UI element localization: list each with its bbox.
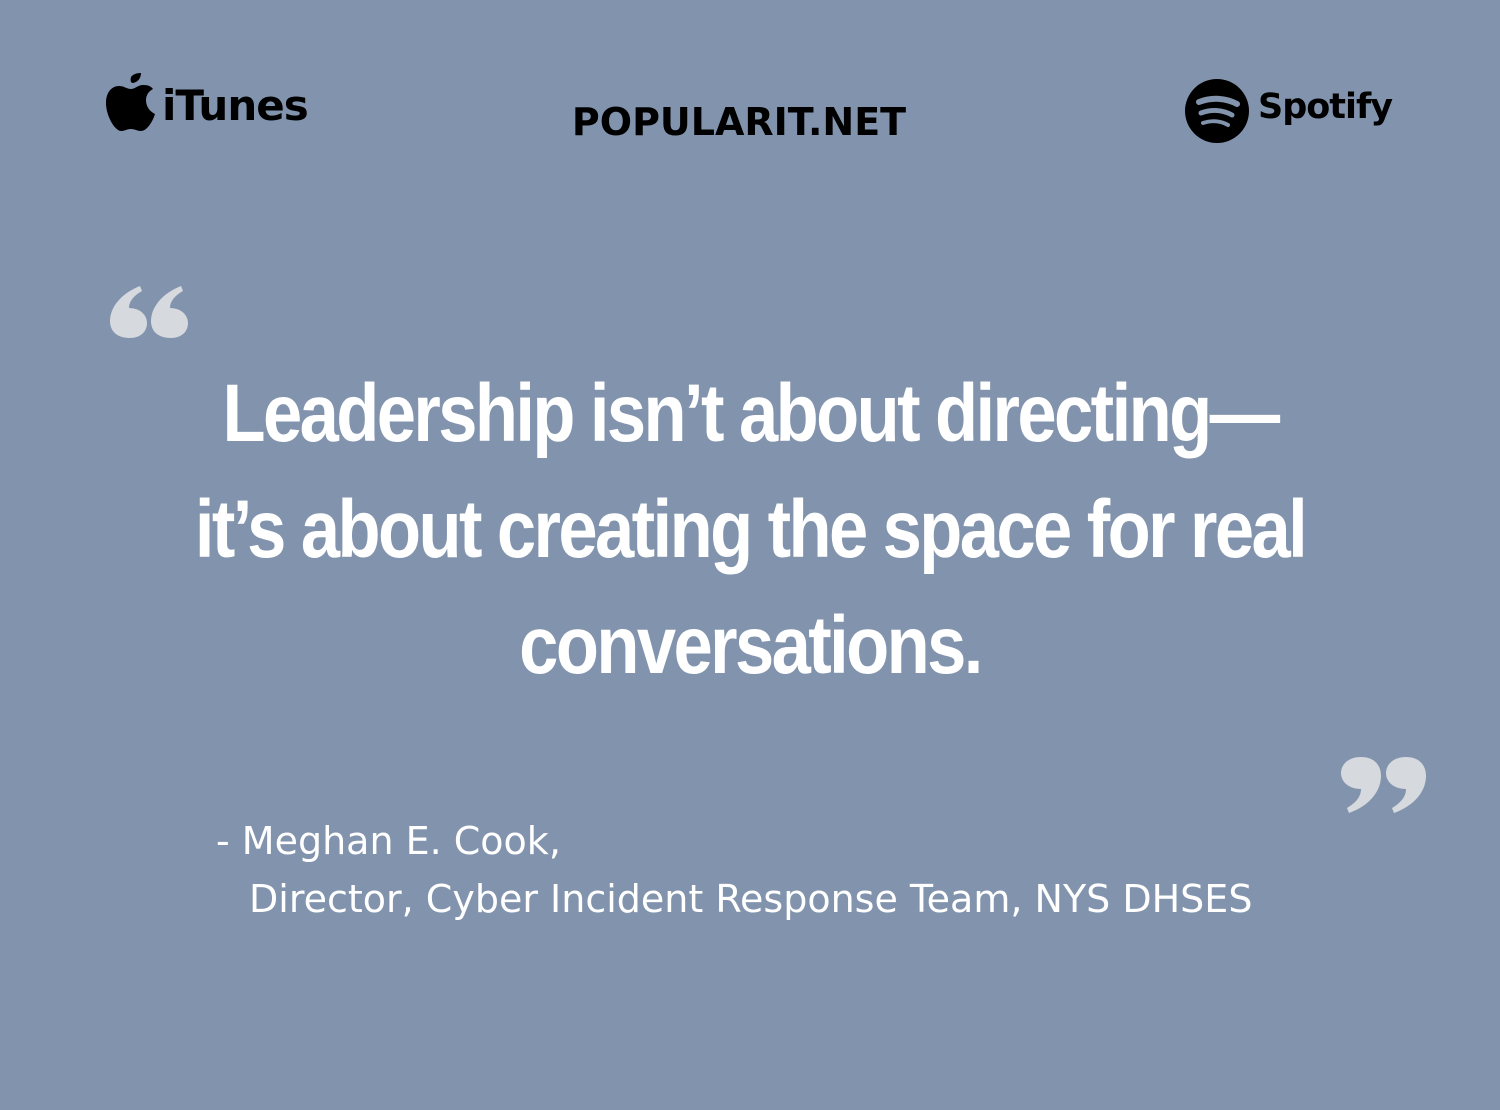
attribution-name: - Meghan E. Cook, <box>216 819 561 863</box>
spotify-logo: Spotify <box>1184 78 1393 144</box>
open-quote-icon <box>110 286 188 338</box>
quote-card: { "header": { "itunes_label": "iTunes", … <box>0 0 1500 1110</box>
spotify-label: Spotify <box>1258 86 1393 127</box>
attribution-title: Director, Cyber Incident Response Team, … <box>249 877 1253 921</box>
quote-text: Leadership isn’t about directing—it’s ab… <box>194 368 1308 691</box>
spotify-icon <box>1185 79 1249 143</box>
close-quote-icon <box>1341 757 1426 813</box>
attribution: - Meghan E. Cook, Director, Cyber Incide… <box>216 812 1252 928</box>
